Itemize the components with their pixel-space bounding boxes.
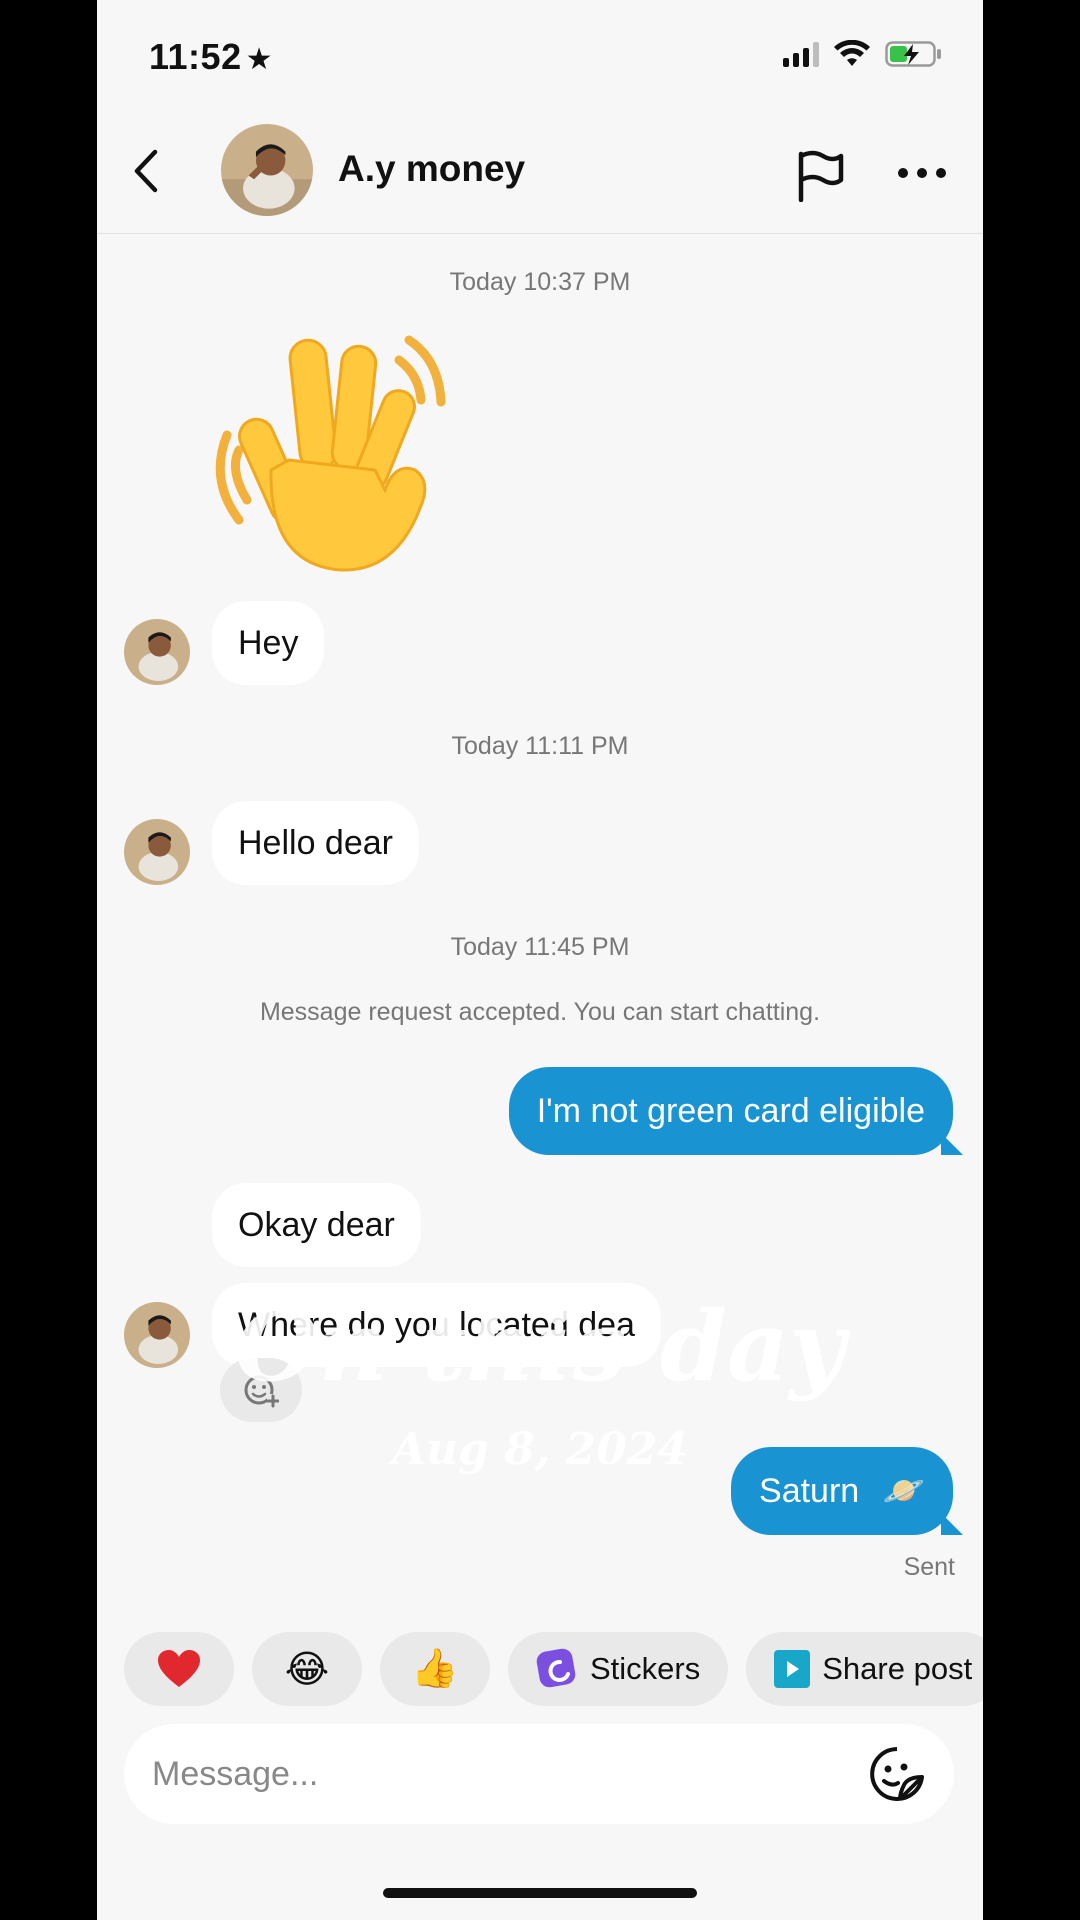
timestamp: Today 11:11 PM <box>451 732 629 760</box>
contact-name[interactable]: A.y money <box>338 148 525 190</box>
sender-avatar[interactable] <box>124 1302 190 1368</box>
status-icons <box>783 40 943 68</box>
quick-reply-thumbs-up[interactable]: 👍 <box>380 1632 490 1706</box>
cellular-signal-icon <box>783 41 819 67</box>
flag-icon[interactable] <box>793 148 845 202</box>
incoming-message[interactable]: Hello dear <box>212 801 419 885</box>
sticker-face-icon[interactable] <box>868 1745 926 1803</box>
battery-charging-icon <box>885 41 941 67</box>
sent-status: Sent <box>903 1553 955 1581</box>
sender-avatar[interactable] <box>124 819 190 885</box>
stickers-button[interactable]: Stickers <box>508 1632 729 1706</box>
incoming-message[interactable]: Hey <box>212 601 325 685</box>
share-post-button[interactable]: Share post <box>746 1632 983 1706</box>
message-input[interactable] <box>152 1754 868 1794</box>
sender-avatar[interactable] <box>124 619 190 685</box>
incoming-message[interactable]: Okay dear <box>212 1183 421 1267</box>
star-icon: ★ <box>245 43 273 76</box>
add-reaction-icon <box>244 1375 279 1408</box>
incoming-message[interactable]: Where do you located dea <box>212 1283 661 1367</box>
contact-avatar[interactable] <box>221 124 313 216</box>
chat-header: A.y money <box>97 110 983 234</box>
status-bar: 11:52 ★ <box>97 0 983 110</box>
back-icon[interactable] <box>127 146 167 196</box>
outgoing-message[interactable]: I'm not green card eligible <box>508 1067 953 1155</box>
chat-screen: 11:52 ★ A.y money Today 10:37 PM Hey Tod… <box>97 0 983 1920</box>
ellipsis-icon[interactable] <box>897 158 947 188</box>
quick-reply-heart[interactable] <box>124 1632 234 1706</box>
quick-reply-bar: 😂 👍 Stickers Share post <box>124 1632 983 1706</box>
system-notice: Message request accepted. You can start … <box>259 998 821 1026</box>
timestamp: Today 10:37 PM <box>449 268 631 296</box>
red-heart-icon <box>158 1650 200 1687</box>
outgoing-message-text: Saturn <box>759 1472 860 1510</box>
ringed-planet-emoji: 🪐 <box>882 1472 925 1510</box>
quick-reply-laugh[interactable]: 😂 <box>252 1632 362 1706</box>
clock-text: 11:52 <box>149 36 242 77</box>
share-post-label: Share post <box>822 1651 973 1686</box>
share-post-icon <box>774 1650 811 1688</box>
stickers-label: Stickers <box>590 1651 701 1686</box>
wifi-icon <box>834 40 870 66</box>
waving-hand-sticker[interactable] <box>209 330 449 580</box>
outgoing-message[interactable]: Saturn 🪐 <box>731 1447 953 1535</box>
status-time: 11:52 ★ <box>149 36 273 78</box>
timestamp: Today 11:45 PM <box>450 933 630 961</box>
add-reaction-button[interactable] <box>220 1358 302 1422</box>
sticker-icon <box>536 1648 578 1690</box>
message-composer <box>124 1724 954 1824</box>
home-indicator <box>383 1888 697 1898</box>
